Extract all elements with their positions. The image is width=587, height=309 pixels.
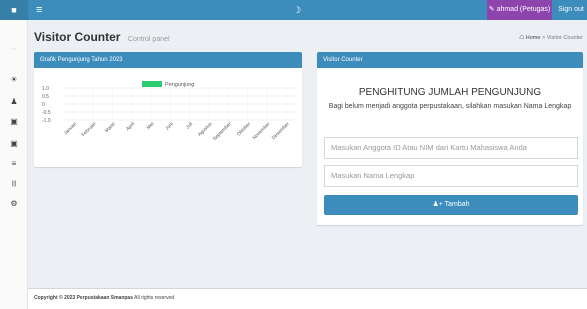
x-tick-label: Januari xyxy=(63,121,78,136)
y-tick-label: 1.0 xyxy=(42,86,49,92)
x-tick-label: Oktober xyxy=(236,121,253,138)
footer: Copyright © 2023 Perpustakaan Smanpas Al… xyxy=(28,288,587,309)
add-visitor-button[interactable]: ♟+ Tambah xyxy=(324,195,578,215)
users-icon[interactable]: ♟ xyxy=(0,96,28,108)
footer-copyright: Copyright © 2023 Perpustakaan Smanpas xyxy=(34,295,133,301)
home-icon: ☖ xyxy=(519,35,525,41)
footer-rights: All rights reserved xyxy=(134,295,175,301)
x-tick-label: Juni xyxy=(164,121,174,131)
page-title: Visitor Counter xyxy=(34,30,121,44)
visitor-panel-heading: Visitor Counter xyxy=(317,52,583,68)
visitor-counter-panel: Visitor Counter PENGHITUNG JUMLAH PENGUN… xyxy=(317,52,583,225)
x-tick-label: Juli xyxy=(185,121,194,130)
sidebar-search-icon[interactable]: ⋯ xyxy=(0,44,28,56)
chart-panel: Grafik Pengunjung Tahun 2023 1.0 0.5 0 -0.5… xyxy=(34,52,302,167)
y-tick-label: -0.5 xyxy=(42,110,51,116)
page-subtitle: Control panel xyxy=(127,36,170,43)
book-icon[interactable]: ▣ xyxy=(0,116,28,128)
top-navbar: ■ ≡ ☽ ✎ ahmad (Petugas) Sign out xyxy=(0,0,587,20)
user-account-button[interactable]: ✎ ahmad (Petugas) xyxy=(487,0,552,20)
x-tick-label: Februari xyxy=(81,121,98,138)
y-tick-label: 0 xyxy=(42,102,45,108)
breadcrumb-current: Visitor Counter xyxy=(546,35,583,41)
edit-icon: ✎ xyxy=(488,6,495,13)
breadcrumb-separator: > xyxy=(541,35,546,41)
x-tick-label: September xyxy=(212,121,233,142)
member-id-input[interactable]: Masukan Anggota ID Atau NIM dari Kartu M… xyxy=(324,137,578,159)
logo[interactable]: ■ xyxy=(0,0,28,20)
user-plus-icon: ♟+ xyxy=(432,201,443,208)
x-tick-label: Maret xyxy=(104,121,117,134)
counter-title: PENGHITUNG JUMLAH PENGUNJUNG xyxy=(358,87,542,98)
signout-button[interactable]: Sign out xyxy=(555,0,587,20)
moon-icon[interactable]: ☽ xyxy=(293,3,301,17)
sidebar: ⋯ ☀ ♟ ▣ ▣ ≡ ||| ⚙ xyxy=(0,20,28,309)
x-tick-label: April xyxy=(125,121,136,132)
breadcrumb: ☖ Home > Visitor Counter xyxy=(519,35,583,41)
chart-panel-heading: Grafik Pengunjung Tahun 2023 xyxy=(34,52,302,68)
counter-description: Bagi belum menjadi anggota perpustakaan,… xyxy=(328,103,572,110)
y-tick-label: 0.5 xyxy=(42,94,49,100)
y-tick-label: -1.0 xyxy=(42,118,51,124)
x-tick-label: November xyxy=(252,121,272,141)
content-header: Visitor Counter Control panel xyxy=(34,28,170,46)
legend-swatch xyxy=(142,81,162,87)
barcode-icon[interactable]: ||| xyxy=(0,178,28,190)
legend-label: Pengunjung xyxy=(165,82,194,88)
full-name-input[interactable]: Masukan Nama Lengkap xyxy=(324,165,578,187)
logo-icon: ■ xyxy=(11,5,17,15)
user-name-label: ahmad (Petugas) xyxy=(496,6,551,13)
x-tick-label: Mei xyxy=(146,121,156,131)
visitor-chart: 1.0 0.5 0 -0.5 -1.0 Januari Februari Maret Apri… xyxy=(42,81,296,142)
x-tick-label: Desember xyxy=(271,121,291,141)
settings-icon[interactable]: ⚙ xyxy=(0,198,28,210)
dashboard-icon[interactable]: ☀ xyxy=(0,74,28,86)
edit-icon[interactable]: ▣ xyxy=(0,138,28,150)
breadcrumb-home[interactable]: Home xyxy=(526,35,541,41)
menu-icon[interactable]: ≡ xyxy=(36,3,42,17)
add-button-label: Tambah xyxy=(444,201,470,208)
list-icon[interactable]: ≡ xyxy=(0,158,28,170)
x-tick-label: Agustus xyxy=(197,121,214,138)
